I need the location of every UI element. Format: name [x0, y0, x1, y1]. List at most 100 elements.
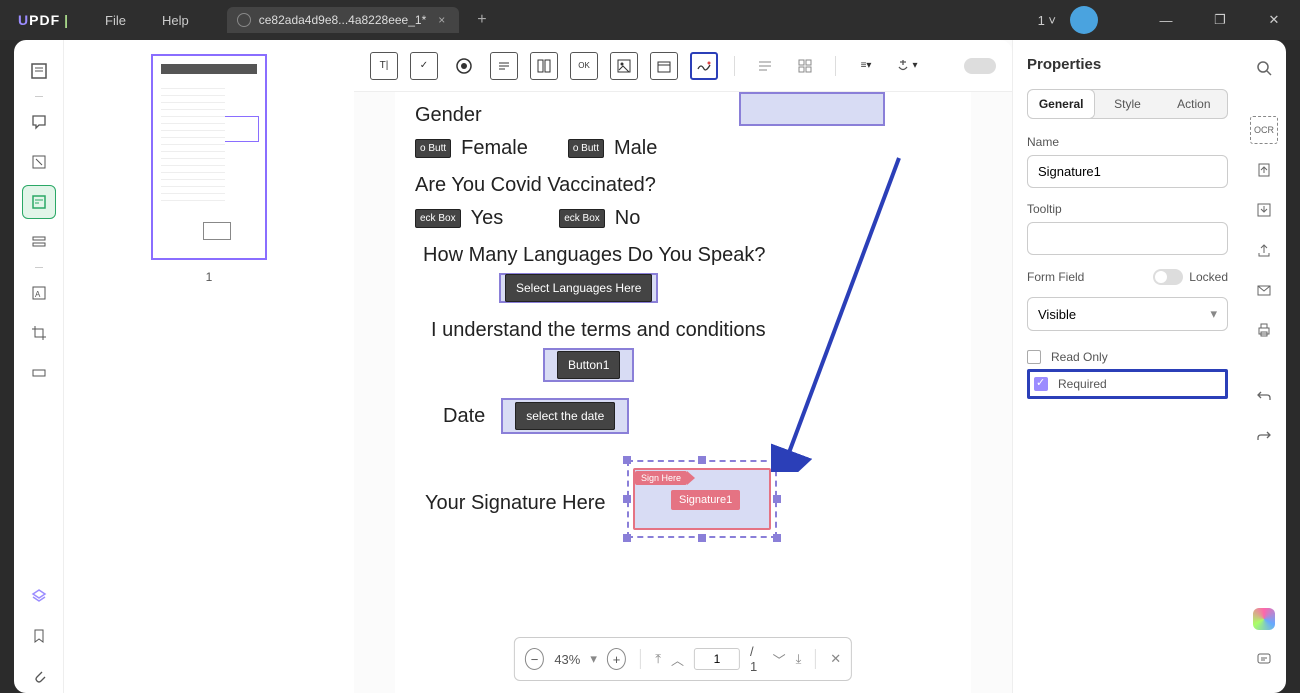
visibility-select[interactable]: Visible ▾: [1027, 297, 1228, 331]
form-toolbar: T| ✓ OK ≡▾ ▾: [354, 40, 1012, 92]
search-icon[interactable]: [1250, 54, 1278, 82]
layers-icon[interactable]: [22, 579, 56, 613]
menu-file[interactable]: File: [87, 13, 144, 28]
sign-here-badge: Sign Here: [635, 471, 687, 485]
reader-mode-icon[interactable]: [22, 54, 56, 88]
close-icon[interactable]: ✕: [1254, 5, 1294, 35]
order-tool[interactable]: ≡▾: [852, 52, 880, 80]
tab-close-icon[interactable]: ×: [434, 13, 449, 27]
ocr-icon[interactable]: A: [22, 276, 56, 310]
tooltip-input[interactable]: [1027, 222, 1228, 255]
left-rail: A: [14, 40, 64, 693]
tab-add-icon[interactable]: +: [477, 11, 486, 29]
preview-toggle[interactable]: [964, 58, 996, 74]
maximize-icon[interactable]: ❐: [1200, 5, 1240, 35]
properties-tabs: General Style Action: [1027, 89, 1228, 119]
name-label: Name: [1027, 135, 1228, 149]
date-tool[interactable]: [650, 52, 678, 80]
next-page-icon[interactable]: ﹀: [773, 650, 786, 669]
button1[interactable]: Button1: [557, 351, 620, 379]
edit-text-icon[interactable]: [22, 145, 56, 179]
tab-action[interactable]: Action: [1161, 90, 1227, 118]
chat-icon[interactable]: [1250, 645, 1278, 673]
required-row[interactable]: Required: [1034, 375, 1221, 393]
zoom-dropdown-icon[interactable]: ▾: [590, 651, 597, 667]
globe-icon[interactable]: [1070, 6, 1098, 34]
align-tool[interactable]: [751, 52, 779, 80]
check-no-tag[interactable]: eck Box: [559, 209, 605, 228]
bookmark-icon[interactable]: [22, 619, 56, 653]
zoom-out-icon[interactable]: −: [525, 648, 544, 670]
dropdown-tool[interactable]: [490, 52, 518, 80]
app-logo: UPDF|: [0, 12, 87, 28]
locked-toggle[interactable]: [1153, 269, 1183, 285]
redo-icon[interactable]: [1250, 422, 1278, 450]
menu-help[interactable]: Help: [144, 13, 207, 28]
form-mode-icon[interactable]: [22, 185, 56, 219]
male-label: Male: [614, 137, 657, 160]
tab-general[interactable]: General: [1028, 90, 1094, 118]
listbox-tool[interactable]: [530, 52, 558, 80]
date-label: Date: [443, 405, 485, 428]
lang-label: How Many Languages Do You Speak?: [423, 244, 951, 267]
signature-tool[interactable]: [690, 52, 718, 80]
lang-select-button[interactable]: Select Languages Here: [505, 274, 652, 302]
ocr-right-icon[interactable]: OCR: [1250, 116, 1278, 144]
export-icon[interactable]: [1250, 156, 1278, 184]
signature-field[interactable]: Sign Here Signature1: [627, 460, 777, 538]
tools-tool[interactable]: ▾: [892, 52, 920, 80]
last-page-icon[interactable]: ⤓: [796, 651, 802, 667]
mail-icon[interactable]: [1250, 276, 1278, 304]
checkbox-tool[interactable]: ✓: [410, 52, 438, 80]
page-total: / 1: [750, 644, 763, 674]
signature-label: Your Signature Here: [425, 492, 606, 515]
properties-title: Properties: [1027, 56, 1228, 73]
organize-icon[interactable]: [22, 225, 56, 259]
print-icon[interactable]: [1250, 316, 1278, 344]
radio-male-tag[interactable]: o Butt: [568, 139, 604, 158]
page-thumbnail[interactable]: [151, 54, 267, 260]
readonly-checkbox[interactable]: [1027, 350, 1041, 364]
chevron-down-icon: ▾: [1210, 306, 1217, 322]
readonly-label: Read Only: [1051, 350, 1108, 364]
tab-count[interactable]: 1 ˅: [1038, 13, 1056, 28]
image-tool[interactable]: [610, 52, 638, 80]
tooltip-label: Tooltip: [1027, 202, 1228, 216]
distribute-tool[interactable]: [791, 52, 819, 80]
redact-icon[interactable]: [22, 356, 56, 390]
readonly-row[interactable]: Read Only: [1027, 345, 1228, 369]
prev-page-icon[interactable]: ︿: [671, 650, 684, 669]
button-tool[interactable]: OK: [570, 52, 598, 80]
save-icon[interactable]: [1250, 196, 1278, 224]
button1-wrap[interactable]: Button1: [543, 348, 634, 382]
formfield-label: Form Field: [1027, 270, 1084, 284]
radio-female-tag[interactable]: o Butt: [415, 139, 451, 158]
zoom-in-icon[interactable]: +: [607, 648, 626, 670]
tab-style[interactable]: Style: [1094, 90, 1160, 118]
crop-icon[interactable]: [22, 316, 56, 350]
right-rail: OCR: [1242, 40, 1286, 693]
comment-icon[interactable]: [22, 105, 56, 139]
date-button[interactable]: select the date: [515, 402, 615, 430]
signature-name-badge: Signature1: [671, 490, 740, 510]
lang-select-wrap[interactable]: Select Languages Here: [499, 273, 658, 303]
ai-icon[interactable]: [1250, 605, 1278, 633]
page-number-input[interactable]: [694, 648, 740, 670]
document-tab[interactable]: ce82ada4d9e8...4a8228eee_1* ×: [227, 7, 460, 33]
attachment-icon[interactable]: [22, 659, 56, 693]
minimize-icon[interactable]: —: [1146, 5, 1186, 35]
radio-tool[interactable]: [450, 52, 478, 80]
check-yes-tag[interactable]: eck Box: [415, 209, 461, 228]
text-field-tool[interactable]: T|: [370, 52, 398, 80]
yes-label: Yes: [471, 207, 504, 230]
date-wrap[interactable]: select the date: [501, 398, 629, 434]
first-page-icon[interactable]: ⤒: [655, 651, 661, 667]
locked-label: Locked: [1189, 270, 1228, 284]
required-checkbox[interactable]: [1034, 377, 1048, 391]
undo-icon[interactable]: [1250, 382, 1278, 410]
tab-doc-icon: [237, 13, 251, 27]
share-icon[interactable]: [1250, 236, 1278, 264]
name-input[interactable]: [1027, 155, 1228, 188]
top-field[interactable]: [739, 92, 885, 126]
close-footer-icon[interactable]: ✕: [830, 651, 841, 667]
